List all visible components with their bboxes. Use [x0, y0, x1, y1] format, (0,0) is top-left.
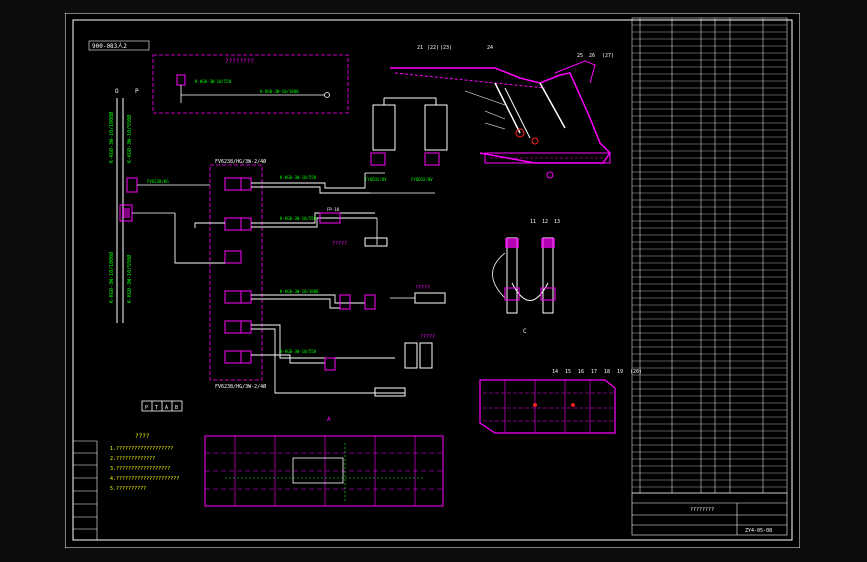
valve-bank-valves	[224, 177, 252, 364]
balloon-19: 19	[617, 369, 623, 375]
balloon-17: 17	[591, 369, 597, 375]
balloon-15: 15	[565, 369, 571, 375]
note-line-5: 5.??????????	[110, 486, 146, 492]
svg-text:K-KG0-3W-10/550: K-KG0-3W-10/550	[280, 349, 317, 354]
svg-text:FV6238/HG: FV6238/HG	[147, 179, 169, 184]
balloon-24: 24	[487, 45, 493, 51]
note-line-3: 3.??????????????????	[110, 466, 170, 472]
svg-text:K-KG0-3W-10/550: K-KG0-3W-10/550	[280, 175, 317, 180]
balloon-25: 25	[577, 53, 583, 59]
svg-text:K-KG0-3W-10/1000: K-KG0-3W-10/1000	[260, 89, 299, 94]
svg-text:K-KG0-3W-10/550: K-KG0-3W-10/550	[280, 216, 317, 221]
hose-lower-label-2: K-KG0-3W-10/550Ø	[126, 255, 133, 303]
section-a-label: A	[327, 416, 331, 423]
legend-mark-p: P	[145, 405, 148, 411]
section-b-view: 14 15 16 17 18 19 (20)	[479, 369, 642, 434]
drawing-sheet: 900-083人2 O P K-KG0-3W-10/1000Ø K-KG0-3W…	[64, 12, 801, 549]
right-cylinder-group: ????? ?????	[324, 285, 446, 397]
plan-view-a: A	[204, 416, 444, 507]
parts-list-rows	[632, 24, 787, 488]
zero-marker: O	[115, 88, 119, 95]
drawing-number: ZY4-05-08	[745, 528, 772, 534]
left-margin-table	[73, 440, 98, 540]
note-line-2: 2.?????????????	[110, 456, 155, 462]
pressure-marker: P	[135, 88, 139, 95]
balloon-26: 26	[589, 53, 595, 59]
legend-mark-t: T	[155, 405, 158, 411]
section-c-view: 11 12 13 C	[492, 219, 560, 335]
balloon-18: 18	[604, 369, 610, 375]
balloon-21: 21	[417, 45, 423, 51]
parts-list-table	[631, 17, 788, 494]
technical-notes: ???? 1.??????????????????? 2.???????????…	[110, 433, 179, 492]
notes-title: ????	[135, 433, 150, 440]
cylinder-label-1: ?????	[332, 241, 347, 247]
svg-text:K-KG0-3W-10/550: K-KG0-3W-10/550	[195, 79, 232, 84]
cad-drawing: 900-083人2 O P K-KG0-3W-10/1000Ø K-KG0-3W…	[64, 12, 801, 549]
hose-main-label: K-KG0-3W-10/1000Ø	[108, 112, 115, 163]
balloon-11: 11	[530, 219, 536, 225]
balloon-12: 12	[542, 219, 548, 225]
drawing-title: ????????	[690, 507, 714, 513]
valve-bank-piping	[174, 173, 405, 394]
control-box-title: ????????	[225, 58, 254, 65]
hose-lower-label: K-KG0-3W-10/1000Ø	[108, 252, 115, 303]
legend-mark-a: A	[165, 405, 168, 411]
cylinder-label-2: ?????	[415, 285, 430, 291]
outer-frame	[64, 12, 801, 549]
balloon-23: (23)	[440, 45, 452, 51]
svg-text:FY6D32/8V: FY6D32/8V	[411, 177, 433, 182]
side-elevation: 21 (22) (23) 24 25 26 (27)	[390, 45, 614, 179]
orifice-label: FP-10	[327, 207, 340, 212]
balloon-13: 13	[554, 219, 560, 225]
balloon-16: 16	[578, 369, 584, 375]
svg-text:K-KG0-3W-10/1000: K-KG0-3W-10/1000	[280, 289, 319, 294]
control-box-contents: K-KG0-3W-10/550 K-KG0-3W-10/1000	[176, 74, 330, 103]
balloon-22: (22)	[427, 45, 439, 51]
balloon-14: 14	[552, 369, 558, 375]
symbol-legend: P T A B	[141, 400, 183, 412]
top-label: 900-083人2	[92, 43, 127, 50]
legend-mark-b: B	[175, 405, 178, 411]
note-line-4: 4.?????????????????????	[110, 476, 179, 482]
valve-bank-box	[209, 164, 263, 381]
note-line-1: 1.???????????????????	[110, 446, 173, 452]
valve-bank-top-label: FV6238/HG/3W-2/4Ø	[215, 158, 266, 165]
balloon-27: (27)	[602, 53, 614, 59]
valve-bank-bottom-label: FV6238/HG/3W-2/4Ø	[215, 383, 266, 390]
cylinder-label-3: ?????	[420, 334, 435, 340]
section-c-label: C	[523, 328, 527, 335]
pressure-block-label: FY6D32/8V	[365, 177, 387, 182]
hose-main-label-2: K-KG0-3W-10/550Ø	[126, 115, 133, 163]
left-valve-cluster: FV6238/HG	[119, 177, 210, 222]
